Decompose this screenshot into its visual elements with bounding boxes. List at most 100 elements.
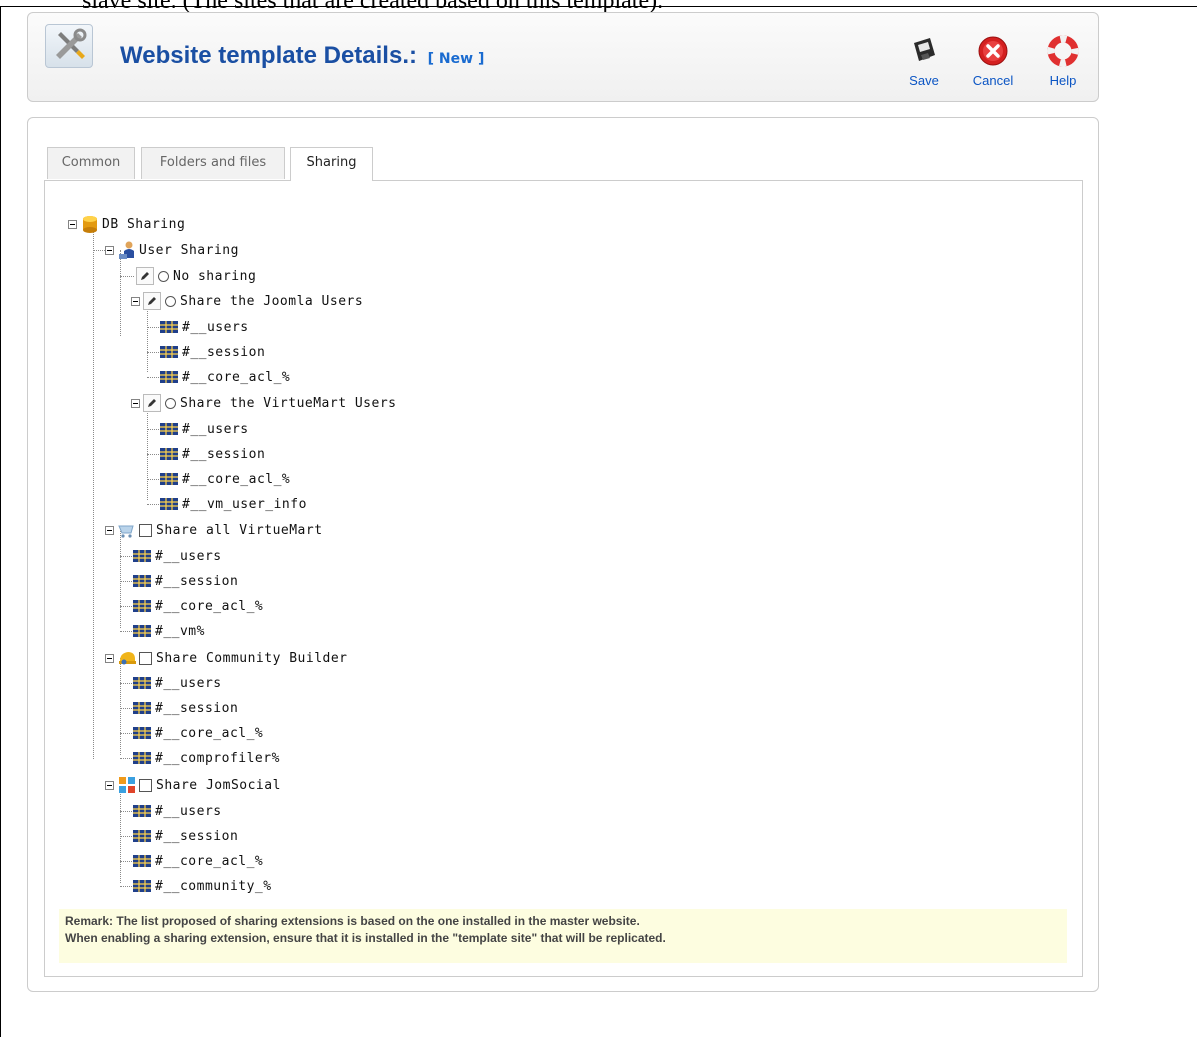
- tree-guide: [120, 836, 132, 837]
- page-title-text: Website template Details.:: [120, 42, 417, 69]
- tree-guide: [120, 811, 132, 812]
- tab-folders-and-files[interactable]: Folders and files: [141, 147, 285, 179]
- joomla-users-radio[interactable]: [165, 295, 176, 307]
- details-panel: Common Folders and files Sharing DB Shar…: [27, 117, 1099, 992]
- tree-guide: [120, 250, 121, 336]
- table-node: #__core_acl_%: [159, 368, 290, 386]
- tree-guide: [120, 658, 121, 755]
- table-icon: [133, 625, 151, 637]
- table-node: #__session: [159, 343, 265, 361]
- table-icon: [133, 550, 151, 562]
- table-node: #__community_%: [132, 877, 272, 895]
- status-badge: [ New ]: [427, 51, 485, 67]
- share-virtuemart-checkbox[interactable]: [139, 523, 152, 537]
- tree-node-user-sharing: User Sharing: [105, 241, 239, 259]
- tree-guide: [120, 886, 132, 887]
- tree-guide: [120, 276, 134, 277]
- tree-node-virtuemart: Share all VirtueMart: [105, 521, 323, 539]
- tree-label: #__users: [155, 803, 222, 819]
- shopping-cart-icon: [118, 525, 134, 538]
- tab-common[interactable]: Common: [47, 147, 135, 179]
- tree-node-community-builder: Share Community Builder: [105, 649, 348, 667]
- share-jomsocial-checkbox[interactable]: [139, 778, 152, 792]
- table-icon: [133, 575, 151, 587]
- no-sharing-radio[interactable]: [158, 270, 169, 282]
- table-node: #__users: [132, 547, 222, 565]
- table-icon: [133, 677, 151, 689]
- tree-label: Share the Joomla Users: [180, 293, 364, 309]
- tree-label: #__community_%: [155, 878, 272, 894]
- tree-node-db-sharing: DB Sharing: [68, 215, 185, 233]
- tree-guide: [120, 758, 132, 759]
- tree-label: #__core_acl_%: [155, 598, 264, 614]
- collapse-toggle[interactable]: [105, 525, 114, 535]
- table-icon: [133, 727, 151, 739]
- tree-guide: [147, 429, 159, 430]
- pencil-icon[interactable]: [136, 267, 154, 285]
- tree-guide: [147, 377, 159, 378]
- tree-label: User Sharing: [139, 242, 239, 258]
- tree-label: #__session: [155, 700, 239, 716]
- tree-guide: [120, 733, 132, 734]
- cancel-button[interactable]: Cancel: [963, 35, 1023, 88]
- table-icon: [133, 805, 151, 817]
- table-icon: [160, 423, 178, 435]
- collapse-toggle[interactable]: [105, 653, 114, 663]
- pencil-icon[interactable]: [143, 394, 161, 412]
- table-node: #__users: [159, 318, 249, 336]
- help-button[interactable]: Help: [1033, 35, 1093, 88]
- collapse-toggle[interactable]: [131, 296, 140, 306]
- tree-guide: [120, 861, 132, 862]
- collapse-toggle[interactable]: [105, 245, 114, 255]
- tree-label: #__session: [155, 828, 239, 844]
- tree-label: #__users: [182, 319, 249, 335]
- table-node: #__users: [159, 420, 249, 438]
- pencil-icon[interactable]: [143, 292, 161, 310]
- table-node: #__core_acl_%: [132, 724, 263, 742]
- table-icon: [133, 702, 151, 714]
- cancel-icon: [978, 36, 1008, 66]
- tree-label: Share Community Builder: [156, 650, 348, 666]
- table-icon: [160, 473, 178, 485]
- table-icon: [160, 448, 178, 460]
- table-node: #__core_acl_%: [132, 597, 263, 615]
- jomsocial-icon: [119, 777, 135, 793]
- tree-label: DB Sharing: [102, 216, 186, 232]
- help-label: Help: [1049, 73, 1077, 88]
- tree-node-joomla-users: Share the Joomla Users: [131, 292, 363, 310]
- remark-note: Remark: The list proposed of sharing ext…: [59, 909, 1067, 963]
- table-icon: [133, 855, 151, 867]
- community-builder-icon: [119, 652, 136, 665]
- collapse-toggle[interactable]: [131, 398, 140, 408]
- table-icon: [133, 600, 151, 612]
- save-button[interactable]: Save: [894, 35, 954, 88]
- tree-guide: [120, 531, 121, 628]
- tree-guide: [120, 556, 132, 557]
- lifebuoy-icon: [1047, 35, 1079, 67]
- database-icon: [83, 216, 97, 233]
- table-node: #__core_acl_%: [159, 470, 290, 488]
- tree-label: #__vm%: [155, 623, 205, 639]
- table-icon: [160, 371, 178, 383]
- tree-guide: [147, 301, 148, 372]
- virtuemart-users-radio[interactable]: [165, 397, 176, 409]
- collapse-toggle[interactable]: [105, 780, 114, 790]
- tree-guide: [147, 403, 148, 500]
- db-sharing-tree: DB Sharing User Sharing No sharing Share…: [45, 181, 1082, 976]
- table-node: #__vm%: [132, 622, 205, 640]
- cancel-label: Cancel: [972, 73, 1014, 88]
- tree-guide: [120, 708, 132, 709]
- share-community-builder-checkbox[interactable]: [139, 651, 152, 665]
- collapse-toggle[interactable]: [68, 219, 77, 229]
- tree-label: #__users: [182, 421, 249, 437]
- tab-sharing[interactable]: Sharing: [290, 147, 373, 181]
- tree-label: #__users: [155, 675, 222, 691]
- tree-label: #__core_acl_%: [182, 369, 291, 385]
- tree-label: #__core_acl_%: [155, 725, 264, 741]
- tree-label: #__vm_user_info: [182, 496, 307, 512]
- tree-label: Share the VirtueMart Users: [180, 395, 397, 411]
- tree-label: #__session: [182, 446, 266, 462]
- table-node: #__vm_user_info: [159, 495, 307, 513]
- table-icon: [133, 880, 151, 892]
- tree-guide: [147, 454, 159, 455]
